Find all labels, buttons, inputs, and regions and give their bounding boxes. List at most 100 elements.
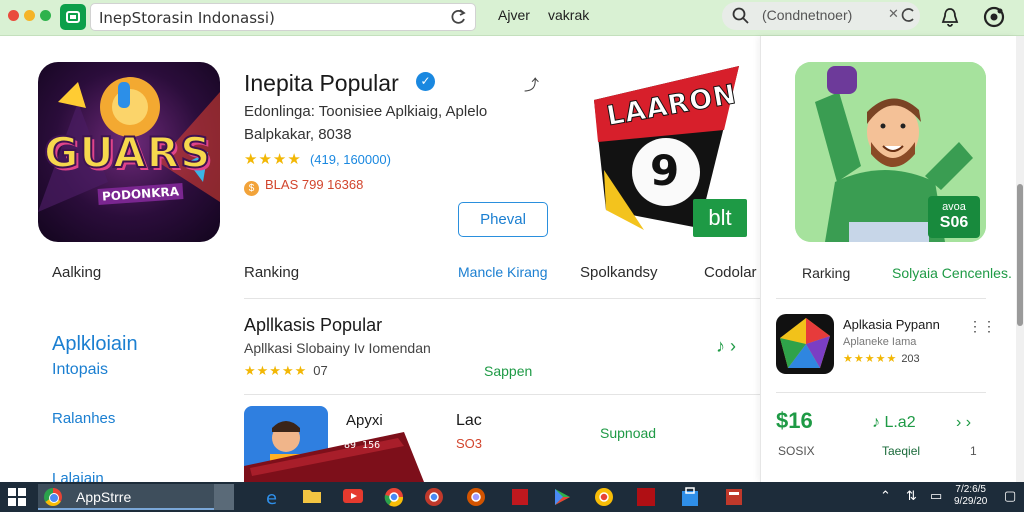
nav-link-vakrak[interactable]: vakrak bbox=[548, 7, 589, 23]
list-item-name[interactable]: Apyxi bbox=[346, 412, 383, 429]
section-action-link[interactable]: Sappen bbox=[484, 363, 532, 379]
chevron-up-icon[interactable]: ⌃ bbox=[880, 488, 891, 504]
coin-icon: $ bbox=[244, 181, 259, 196]
store-app-icon[interactable] bbox=[60, 4, 86, 30]
banner-badge: blt bbox=[693, 199, 747, 237]
right-app-rating: ★★★★★ 203 bbox=[843, 352, 920, 365]
hero-description: Edonlinga: Toonisiee Aplkiaig, Aplelo bbox=[244, 103, 488, 120]
right-music-label: L.a2 bbox=[884, 414, 916, 431]
featured-game-artwork[interactable]: GUARS PODONKRA bbox=[38, 62, 220, 242]
list-item-artwork[interactable]: 89 156 bbox=[244, 406, 424, 482]
top-bar: InepStorasin Indonassi) Ajver vakrak (Co… bbox=[0, 0, 1024, 36]
network-icon[interactable]: ⇅ bbox=[906, 488, 917, 504]
scrollbar-thumb[interactable] bbox=[1017, 184, 1023, 326]
taskbar-app-label: AppStrre bbox=[76, 489, 132, 505]
search-input[interactable]: (Condnetnoer) ✕ bbox=[722, 2, 920, 30]
browser-logo-icon bbox=[44, 488, 62, 506]
sidebar-heading-line2: Intopais bbox=[52, 361, 109, 378]
divider bbox=[776, 298, 986, 299]
reload-icon[interactable] bbox=[449, 7, 467, 32]
right-tab-solyaia[interactable]: Solyaia Cencenles. bbox=[892, 265, 1012, 281]
maximize-window-dot[interactable] bbox=[40, 10, 51, 21]
right-price-caption: SOSIX bbox=[778, 444, 815, 458]
right-count: 1 bbox=[970, 444, 977, 458]
refresh-search-icon[interactable] bbox=[900, 6, 916, 29]
windows-start-icon[interactable] bbox=[8, 488, 26, 506]
verified-badge-icon: ✓ bbox=[416, 72, 435, 91]
hero-meta: Balpkakar, 8038 bbox=[244, 126, 352, 143]
price-text: BLAS 799 16368 bbox=[265, 177, 364, 192]
install-button[interactable]: Pheval bbox=[458, 202, 548, 237]
calculator-icon[interactable] bbox=[724, 487, 746, 507]
url-text: InepStorasin Indonassi) bbox=[99, 9, 275, 27]
right-music-row[interactable]: ♪ L.a2 bbox=[872, 414, 916, 432]
system-clock[interactable]: 7/2:6/5 9/29/20 bbox=[954, 484, 987, 508]
taskbar-appstore-button[interactable]: AppStrre bbox=[38, 484, 214, 510]
taskbar-separator bbox=[214, 484, 234, 510]
tab-spolkandsy[interactable]: Spolkandsy bbox=[580, 264, 658, 281]
right-tab-rarking[interactable]: Rarking bbox=[802, 265, 850, 281]
youtube-icon[interactable] bbox=[342, 487, 364, 507]
section-subtitle: Apllkasi Slobainy Iv Iomendan bbox=[244, 340, 431, 356]
sidebar-item-ralanhes[interactable]: Ralanhes bbox=[52, 410, 115, 427]
page-title: Inepita Popular bbox=[244, 70, 399, 96]
account-icon[interactable] bbox=[982, 5, 1006, 34]
divider bbox=[776, 392, 986, 393]
right-panel-price-badge: avoa S06 bbox=[928, 196, 980, 238]
list-item-price: SO3 bbox=[456, 436, 483, 451]
hero-rating: ★★★★ (419, 160000) bbox=[244, 150, 391, 168]
app-dark-red-icon[interactable] bbox=[636, 487, 658, 507]
tab-ranking[interactable]: Ranking bbox=[244, 264, 299, 281]
address-bar[interactable]: InepStorasin Indonassi) bbox=[90, 3, 476, 31]
section-rating-stars: ★★★★★ bbox=[244, 363, 308, 378]
music-note-icon[interactable]: ♪ › bbox=[716, 336, 736, 357]
tab-codolar[interactable]: Codolar bbox=[704, 264, 757, 281]
artwork-title-text: GUARS bbox=[43, 127, 212, 178]
right-music-caption: Taeqiel bbox=[882, 444, 921, 458]
divider bbox=[244, 298, 760, 299]
notifications-icon[interactable]: ▢ bbox=[1004, 488, 1016, 504]
hero-price: $ BLAS 799 16368 bbox=[244, 177, 363, 196]
tab-mancle-kirang[interactable]: Mancle Kirang bbox=[458, 264, 548, 280]
clock-date: 9/29/20 bbox=[954, 496, 988, 507]
section-rating-count: 07 bbox=[313, 363, 328, 378]
notification-bell-icon[interactable] bbox=[940, 6, 960, 33]
sidebar-heading[interactable]: Aplkloiain Intopais bbox=[52, 332, 138, 382]
section-rating: ★★★★★ 07 bbox=[244, 363, 328, 379]
rating-stars: ★★★★ bbox=[244, 151, 302, 168]
taskbar: AppStrre e ⌃ ⇅ ▭ 7/2:6/5 9/29/20 ▢ bbox=[0, 482, 1024, 512]
app-red-icon[interactable] bbox=[510, 487, 532, 507]
svg-text:e: e bbox=[266, 488, 277, 507]
chrome-icon[interactable] bbox=[424, 487, 446, 507]
search-icon bbox=[732, 7, 749, 29]
chrome-icon[interactable] bbox=[384, 487, 406, 507]
clear-icon[interactable]: ✕ bbox=[888, 6, 899, 22]
close-window-dot[interactable] bbox=[8, 10, 19, 21]
chevron-right-icon[interactable]: › › bbox=[956, 414, 971, 432]
right-app-icon[interactable] bbox=[776, 314, 834, 374]
play-store-icon[interactable] bbox=[552, 487, 574, 507]
nav-link-ajver[interactable]: Ajver bbox=[498, 7, 530, 23]
clock-time: 7/2:6/5 bbox=[955, 484, 986, 495]
right-price: $16 bbox=[776, 408, 813, 433]
share-icon[interactable]: ⤴ bbox=[524, 74, 539, 95]
right-app-rating-count: 203 bbox=[901, 353, 920, 365]
right-app-name[interactable]: Aplkasia Pypann bbox=[843, 317, 940, 332]
divider bbox=[244, 394, 760, 395]
more-options-icon[interactable]: ⋮⋮ bbox=[968, 318, 996, 335]
list-item-action-link[interactable]: Supnoad bbox=[600, 425, 656, 441]
badge-value: S06 bbox=[939, 214, 969, 231]
battery-icon[interactable]: ▭ bbox=[930, 488, 942, 504]
chrome-icon[interactable] bbox=[594, 487, 616, 507]
store-bag-icon[interactable] bbox=[680, 487, 702, 507]
music-note-icon: ♪ bbox=[872, 414, 885, 431]
minimize-window-dot[interactable] bbox=[24, 10, 35, 21]
banner-digit: 9 bbox=[650, 146, 680, 195]
right-app-subtitle: Aplaneke Iama bbox=[843, 336, 917, 348]
rating-count: (419, 160000) bbox=[309, 152, 391, 167]
section-title: Apllkasis Popular bbox=[244, 315, 383, 335]
nav-left-ranking[interactable]: Aalking bbox=[52, 264, 101, 281]
edge-icon[interactable]: e bbox=[264, 487, 286, 509]
chrome-icon[interactable] bbox=[466, 487, 488, 507]
folder-icon[interactable] bbox=[302, 487, 324, 507]
